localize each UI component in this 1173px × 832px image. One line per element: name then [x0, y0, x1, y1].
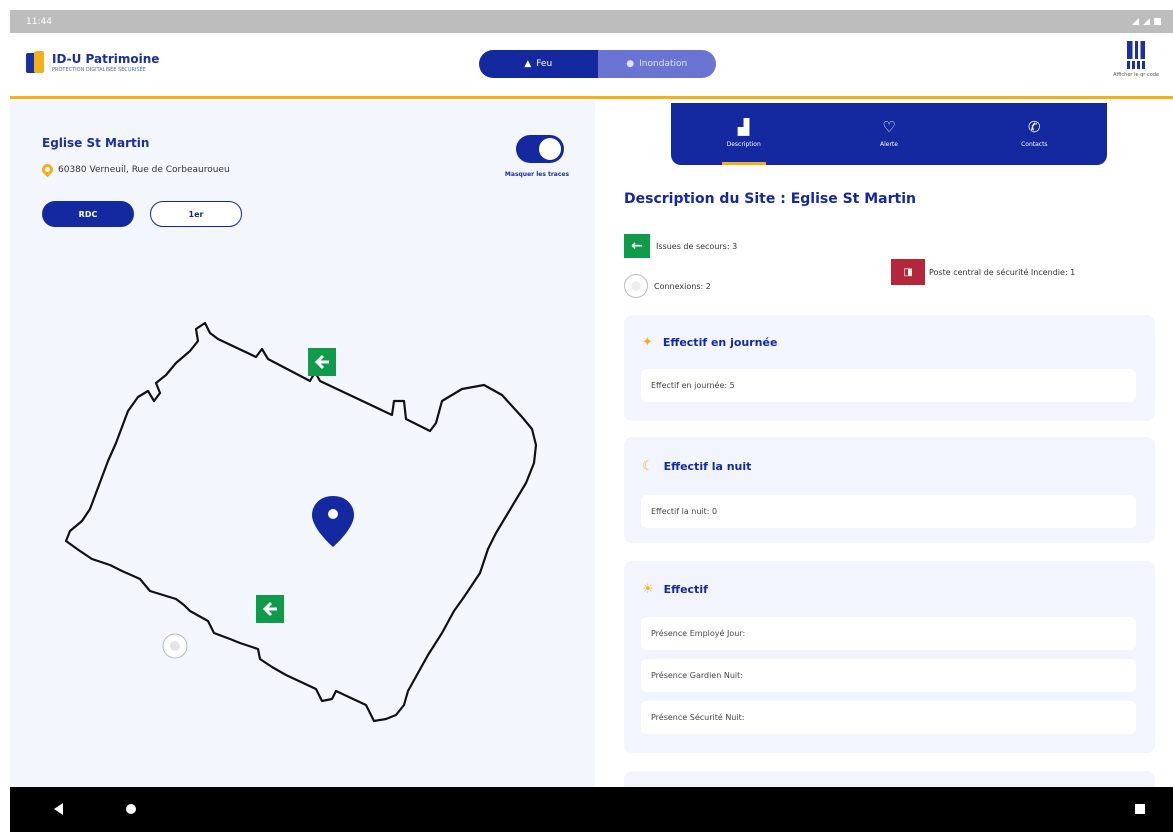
segment-feu-label: Feu: [536, 59, 553, 69]
site-address-text: 60380 Verneuil, Rue de Corbeauroueu: [58, 164, 230, 175]
exits-count-text: Issues de secours: 3: [656, 241, 738, 251]
hide-traces-toggle[interactable]: [516, 135, 564, 163]
signal-icon: [1143, 18, 1150, 25]
card-effectif-title: Effectif: [663, 582, 708, 596]
card-effectif-row: Présence Employé Jour:: [641, 617, 1136, 650]
home-icon[interactable]: [126, 804, 136, 814]
wifi-icon: [1132, 18, 1139, 25]
heart-icon: ♡: [882, 118, 896, 136]
card-effectif-header: ☀ Effectif: [624, 561, 1155, 617]
sun-rise-icon: ✦: [642, 334, 653, 350]
level-button-1er[interactable]: 1er: [150, 201, 242, 227]
card-effectif-nuit-row: Effectif la nuit: 0: [641, 495, 1136, 528]
app-screen: 11:44 ID-U Patrimoine PROTECTION DIGITAL…: [0, 0, 1173, 832]
poste-central-text: Poste central de sécurité Incendie: 1: [929, 267, 1076, 277]
card-effectif-nuit: ☾ Effectif la nuit Effectif la nuit: 0: [624, 437, 1155, 543]
poste-central-row: ◨ Poste central de sécurité Incendie: 1: [891, 259, 1075, 285]
card-effectif-journee-row: Effectif en journée: 5: [641, 369, 1136, 402]
floor-plan-outline: [64, 321, 538, 723]
phone-icon: ✆: [1028, 118, 1041, 136]
card-effectif-journee: ✦ Effectif en journée Effectif en journé…: [624, 315, 1155, 421]
exits-count-row: ← Issues de secours: 3: [624, 234, 737, 258]
qr-code-icon: [1127, 41, 1146, 59]
map-panel: Eglise St Martin 60380 Verneuil, Rue de …: [10, 101, 595, 787]
site-address: 60380 Verneuil, Rue de Corbeauroueu: [39, 161, 230, 178]
battery-icon: [1154, 18, 1161, 25]
back-icon[interactable]: [54, 803, 63, 815]
logo-title: ID-U Patrimoine: [52, 51, 160, 66]
qr-caption: Afficher le qr code: [1113, 72, 1159, 78]
tab-contacts-label: Contacts: [1021, 141, 1048, 148]
toggle-knob: [539, 138, 561, 160]
recent-apps-icon[interactable]: [1135, 804, 1145, 814]
exit-sign-icon: ←: [624, 234, 650, 258]
fire-control-panel-icon: ◨: [891, 259, 925, 285]
segment-inondation-label: Inondation: [639, 59, 688, 69]
toggle-label: Masquer les traces: [504, 171, 570, 178]
tab-description[interactable]: ▟ Description: [671, 103, 816, 165]
connections-count-text: Connexions: 2: [654, 281, 711, 291]
qr-code-icon-lower: [1127, 61, 1146, 69]
card-effectif-journee-header: ✦ Effectif en journée: [624, 315, 1155, 369]
logo-mark-icon: [26, 51, 44, 73]
info-panel: ▟ Description ♡ Alerte ✆ Contacts Descri…: [595, 101, 1173, 787]
status-time: 11:44: [26, 16, 52, 27]
level-button-rdc[interactable]: RDC: [42, 201, 134, 227]
info-tabs: ▟ Description ♡ Alerte ✆ Contacts: [671, 103, 1107, 165]
connections-count-row: Connexions: 2: [624, 274, 711, 298]
app-header: ID-U Patrimoine PROTECTION DIGITALISÉE S…: [10, 33, 1173, 99]
qr-code-button[interactable]: Afficher le qr code: [1113, 41, 1159, 78]
status-bar: 11:44: [10, 10, 1173, 33]
connection-icon: [624, 274, 648, 298]
risk-segmented-control: ▲ Feu ● Inondation: [479, 50, 716, 78]
drop-icon: ●: [626, 59, 635, 69]
card-effectif-journee-title: Effectif en journée: [662, 335, 778, 349]
card-effectif: ☀ Effectif Présence Employé Jour: Présen…: [624, 561, 1155, 753]
tab-alerte-label: Alerte: [880, 141, 898, 148]
site-name: Eglise St Martin: [42, 136, 150, 150]
card-effectif-row: Présence Gardien Nuit:: [641, 659, 1136, 692]
exit-marker-top[interactable]: [308, 348, 336, 376]
tab-contacts[interactable]: ✆ Contacts: [962, 103, 1107, 165]
logo-subtitle: PROTECTION DIGITALISÉE SÉCURISÉE: [52, 66, 146, 73]
building-icon: ▟: [737, 118, 750, 136]
sun-icon: ☀: [642, 581, 654, 597]
app-logo: ID-U Patrimoine PROTECTION DIGITALISÉE S…: [26, 51, 159, 73]
connection-marker[interactable]: [162, 633, 188, 659]
tab-alerte[interactable]: ♡ Alerte: [816, 103, 961, 165]
moon-icon: ☾: [642, 458, 654, 474]
status-icons: [1132, 18, 1161, 25]
flame-icon: ▲: [524, 59, 532, 69]
card-effectif-nuit-title: Effectif la nuit: [663, 459, 752, 473]
card-next-partial: [624, 771, 1155, 787]
segment-feu[interactable]: ▲ Feu: [479, 50, 598, 78]
card-effectif-row: Présence Sécurité Nuit:: [641, 701, 1136, 734]
android-nav-bar: [10, 787, 1173, 832]
site-location-pin[interactable]: [312, 496, 354, 547]
card-effectif-nuit-header: ☾ Effectif la nuit: [624, 437, 1155, 495]
location-pin-icon: [39, 161, 56, 178]
tab-description-label: Description: [726, 141, 761, 148]
segment-inondation[interactable]: ● Inondation: [597, 50, 716, 78]
exit-marker-bottom[interactable]: [256, 595, 284, 623]
description-title: Description du Site : Eglise St Martin: [624, 191, 916, 207]
